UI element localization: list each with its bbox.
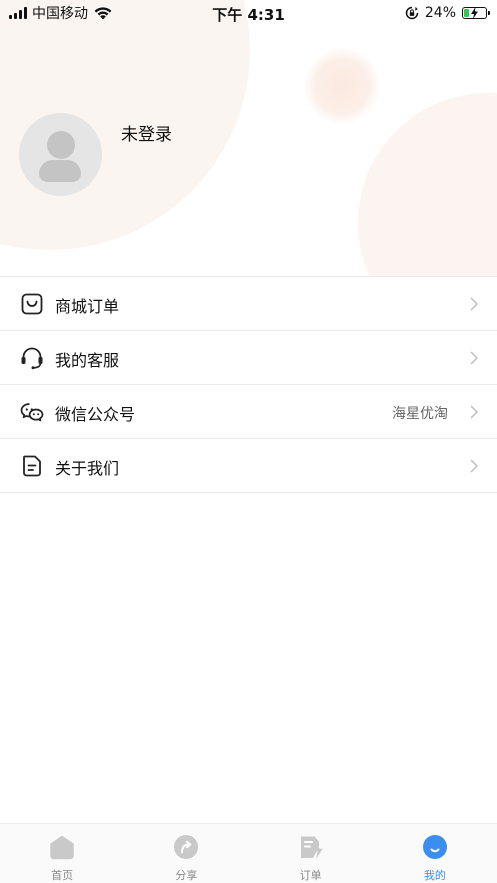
menu-item-label: 商城订单 <box>55 297 120 316</box>
document-icon <box>23 455 41 477</box>
status-right: 24% <box>405 4 490 22</box>
charging-bolt-icon <box>471 7 478 19</box>
tab-mine[interactable]: 我的 <box>373 824 497 883</box>
wechat-icon <box>20 403 44 422</box>
login-status-label[interactable]: 未登录 <box>121 120 172 145</box>
tab-home[interactable]: 首页 <box>0 824 124 883</box>
home-icon <box>50 835 74 860</box>
menu-item-label: 微信公众号 <box>55 405 136 424</box>
menu-item-value: 海星优淘 <box>392 406 448 422</box>
user-placeholder-icon <box>47 131 75 159</box>
battery-icon <box>462 7 490 19</box>
menu-item-customer-service[interactable]: 我的客服 <box>0 331 497 385</box>
profile-icon <box>422 835 447 859</box>
shopping-bag-icon <box>21 293 43 315</box>
profile-screen: 中国移动 下午 4:31 24% 未登录 商城订单 我的客服 微信公众号 海星优… <box>0 0 497 883</box>
menu-item-wechat-official[interactable]: 微信公众号 海星优淘 <box>0 385 497 439</box>
chevron-right-icon <box>470 351 479 365</box>
menu-item-label: 我的客服 <box>55 351 120 370</box>
headset-icon <box>21 347 43 370</box>
tab-orders[interactable]: 订单 <box>249 824 373 883</box>
chevron-right-icon <box>470 297 479 311</box>
share-icon <box>174 835 199 859</box>
bottom-tab-bar: 首页 分享 订单 我的 <box>0 823 497 883</box>
rotation-lock-icon <box>405 6 419 20</box>
avatar[interactable] <box>19 113 102 196</box>
status-bar: 中国移动 下午 4:31 24% <box>0 0 497 26</box>
order-icon <box>300 836 323 859</box>
menu-item-mall-orders[interactable]: 商城订单 <box>0 277 497 331</box>
battery-level <box>464 9 469 17</box>
chevron-right-icon <box>470 459 479 473</box>
menu-item-about-us[interactable]: 关于我们 <box>0 439 497 493</box>
tab-label: 首页 <box>51 869 74 882</box>
background-glow <box>304 48 380 124</box>
tab-label: 订单 <box>299 869 322 882</box>
battery-percent: 24% <box>424 5 456 21</box>
tab-share[interactable]: 分享 <box>124 824 248 883</box>
menu-item-label: 关于我们 <box>55 459 120 478</box>
menu-list: 商城订单 我的客服 微信公众号 海星优淘 关于我们 <box>0 276 497 493</box>
tab-label: 分享 <box>175 869 198 882</box>
tab-label: 我的 <box>423 869 446 882</box>
chevron-right-icon <box>470 405 479 419</box>
